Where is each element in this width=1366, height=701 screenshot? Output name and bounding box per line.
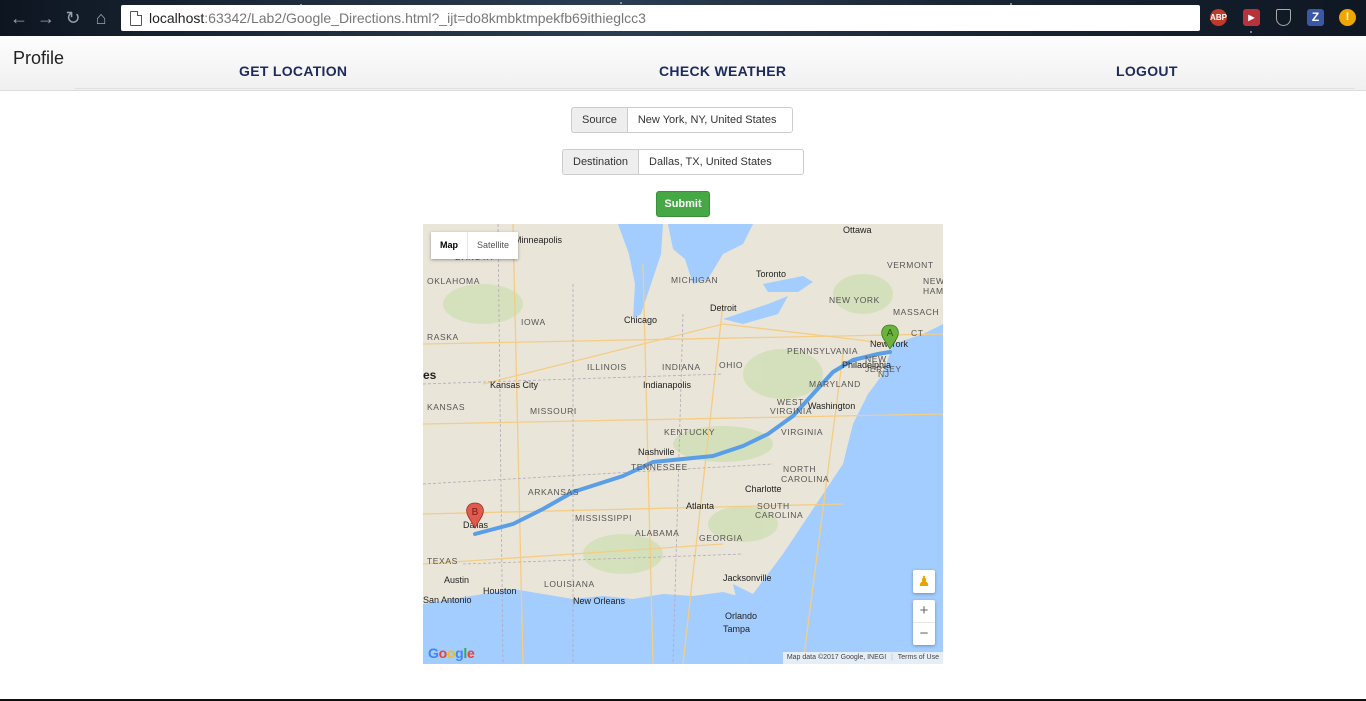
svg-text:ALABAMA: ALABAMA (635, 528, 679, 538)
terms-link[interactable]: Terms of Use (898, 654, 939, 661)
svg-text:Washington: Washington (808, 401, 855, 411)
video-ext-icon[interactable]: ▶ (1243, 9, 1260, 26)
svg-text:MASSACH: MASSACH (893, 307, 939, 317)
svg-text:Indianapolis: Indianapolis (643, 380, 692, 390)
map-canvas: IOWA MICHIGAN PENNSYLVANIA ILLINOIS INDI… (423, 224, 943, 664)
svg-text:IOWA: IOWA (521, 317, 546, 327)
map-type-control: Map Satellite (431, 232, 519, 259)
svg-text:Atlanta: Atlanta (686, 501, 714, 511)
nav-check-weather[interactable]: CHECK WEATHER (659, 63, 786, 79)
forward-icon[interactable]: → (36, 8, 56, 28)
svg-text:ARKANSAS: ARKANSAS (528, 487, 579, 497)
svg-text:Jacksonville: Jacksonville (723, 573, 772, 583)
svg-text:ILLINOIS: ILLINOIS (587, 362, 627, 372)
destination-label: Destination (562, 149, 639, 175)
adblock-icon[interactable]: ABP (1210, 9, 1227, 26)
brand-title[interactable]: Profile (13, 48, 64, 69)
shield-icon[interactable] (1276, 9, 1291, 26)
svg-text:NEW YORK: NEW YORK (829, 295, 880, 305)
svg-text:CAROLINA: CAROLINA (755, 510, 803, 520)
svg-text:Austin: Austin (444, 575, 469, 585)
svg-text:KENTUCKY: KENTUCKY (664, 427, 715, 437)
svg-text:HAMPS: HAMPS (923, 286, 943, 296)
svg-text:Detroit: Detroit (710, 303, 737, 313)
zoom-out-button[interactable]: − (913, 623, 935, 645)
svg-text:Chicago: Chicago (624, 315, 657, 325)
svg-text:TEXAS: TEXAS (427, 556, 458, 566)
map-type-map-button[interactable]: Map (431, 232, 467, 259)
page-icon (130, 11, 142, 26)
svg-text:Charlotte: Charlotte (745, 484, 782, 494)
svg-text:MISSISSIPPI: MISSISSIPPI (575, 513, 632, 523)
submit-button[interactable]: Submit (656, 191, 710, 217)
marker-a-label: A (887, 328, 894, 339)
svg-text:LOUISIANA: LOUISIANA (544, 579, 595, 589)
svg-text:Nashville: Nashville (638, 447, 675, 457)
svg-text:VERMONT: VERMONT (887, 260, 934, 270)
svg-text:Ottawa: Ottawa (843, 225, 872, 235)
z-ext-icon[interactable]: Z (1307, 9, 1324, 26)
map-type-satellite-button[interactable]: Satellite (467, 232, 518, 259)
svg-text:TENNESSEE: TENNESSEE (631, 462, 688, 472)
svg-text:NEW: NEW (923, 276, 943, 286)
svg-text:OKLAHOMA: OKLAHOMA (427, 276, 480, 286)
back-icon[interactable]: ← (9, 8, 29, 28)
svg-text:GEORGIA: GEORGIA (699, 533, 743, 543)
top-navbar: Profile GET LOCATION CHECK WEATHER LOGOU… (0, 36, 1366, 91)
svg-text:MICHIGAN: MICHIGAN (671, 275, 718, 285)
svg-text:MARYLAND: MARYLAND (809, 379, 861, 389)
google-logo: Google (428, 645, 475, 661)
svg-text:INDIANA: INDIANA (662, 362, 701, 372)
home-icon[interactable]: ⌂ (91, 8, 111, 28)
destination-input[interactable] (638, 149, 805, 175)
svg-text:Minneapolis: Minneapolis (514, 235, 563, 245)
svg-text:CT: CT (911, 328, 924, 338)
svg-text:PENNSYLVANIA: PENNSYLVANIA (787, 346, 858, 356)
zoom-control: + − (913, 600, 935, 645)
svg-text:San Antonio: San Antonio (423, 595, 472, 605)
url-text: localhost:63342/Lab2/Google_Directions.h… (149, 10, 646, 26)
nav-divider (75, 88, 1355, 89)
svg-text:VIRGINIA: VIRGINIA (770, 406, 812, 416)
svg-text:CAROLINA: CAROLINA (781, 474, 829, 484)
address-bar[interactable]: localhost:63342/Lab2/Google_Directions.h… (121, 5, 1200, 31)
zoom-in-button[interactable]: + (913, 600, 935, 623)
attribution-text: Map data ©2017 Google, INEGI (786, 654, 887, 661)
nav-logout[interactable]: LOGOUT (1116, 63, 1178, 79)
svg-text:Toronto: Toronto (756, 269, 786, 279)
pegman-icon[interactable]: ♟ (913, 570, 935, 593)
svg-text:Orlando: Orlando (725, 611, 757, 621)
svg-text:NORTH: NORTH (783, 464, 816, 474)
svg-text:Kansas City: Kansas City (490, 380, 539, 390)
svg-text:New Orleans: New Orleans (573, 596, 626, 606)
svg-text:NJ: NJ (878, 369, 890, 379)
source-label: Source (571, 107, 627, 133)
source-input[interactable] (626, 107, 793, 133)
svg-text:Houston: Houston (483, 586, 517, 596)
reload-icon[interactable]: ↻ (63, 8, 83, 28)
map-attribution: Map data ©2017 Google, INEGI | Terms of … (782, 652, 943, 664)
destination-group: Destination (562, 149, 805, 175)
svg-text:KANSAS: KANSAS (427, 402, 465, 412)
svg-text:MISSOURI: MISSOURI (530, 406, 577, 416)
alert-icon[interactable]: ! (1339, 9, 1356, 26)
nav-get-location[interactable]: GET LOCATION (239, 63, 347, 79)
browser-toolbar: ← → ↻ ⌂ localhost:63342/Lab2/Google_Dire… (0, 0, 1366, 36)
svg-text:OHIO: OHIO (719, 360, 743, 370)
directions-map[interactable]: IOWA MICHIGAN PENNSYLVANIA ILLINOIS INDI… (423, 224, 943, 664)
svg-text:VIRGINIA: VIRGINIA (781, 427, 823, 437)
marker-b-label: B (472, 507, 479, 518)
svg-text:RASKA: RASKA (427, 332, 459, 342)
svg-text:Philadelphia: Philadelphia (842, 360, 891, 370)
svg-text:Tampa: Tampa (723, 624, 750, 634)
svg-text:es: es (423, 368, 437, 382)
source-group: Source (571, 107, 793, 133)
